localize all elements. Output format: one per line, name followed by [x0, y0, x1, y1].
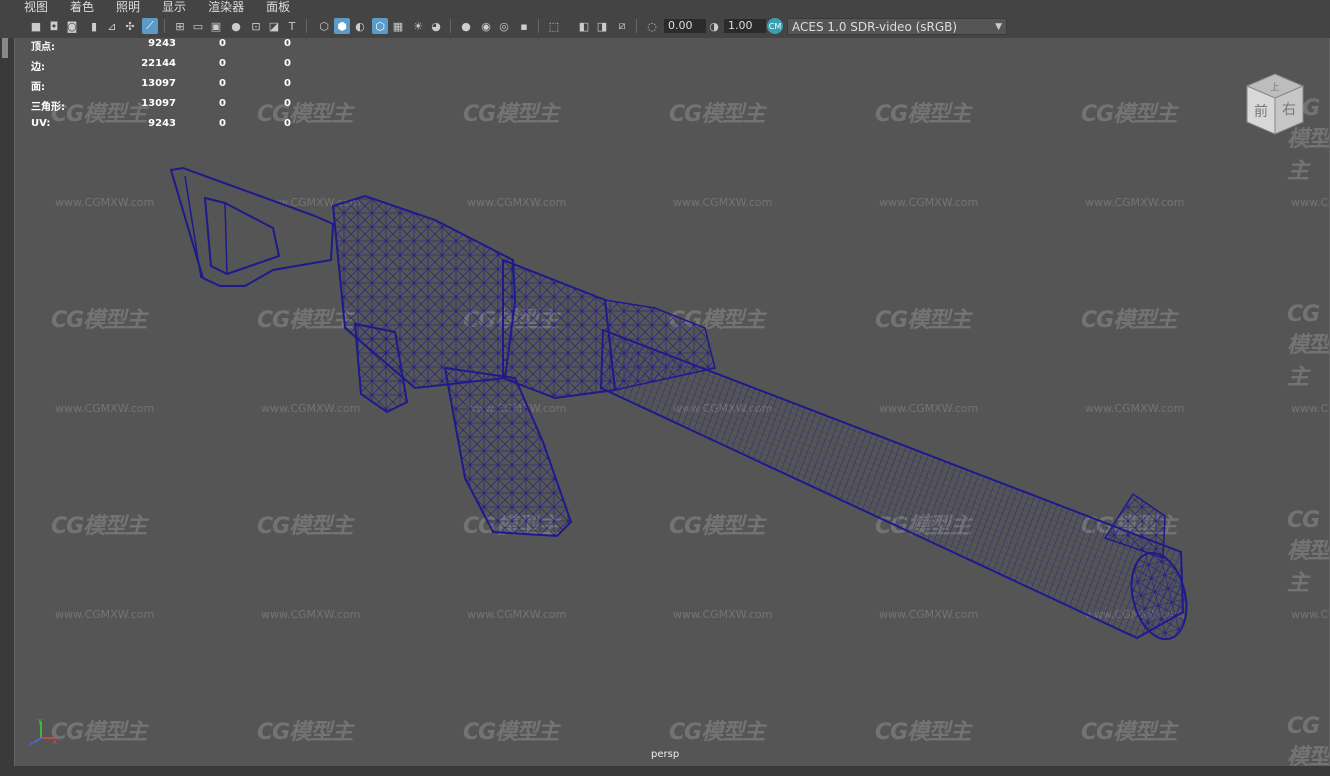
gamma-icon[interactable]: ◑	[706, 18, 722, 34]
hud-label: 顶点:	[31, 42, 55, 53]
use-all-lights-icon[interactable]: ☀	[410, 18, 426, 34]
menu-shading[interactable]: 着色	[70, 0, 94, 14]
hud-value: 0	[284, 38, 291, 49]
safe-action-icon[interactable]: ◪	[266, 18, 282, 34]
anti-aliasing-icon[interactable]: ◎	[496, 18, 512, 34]
left-toolbox-strip	[0, 38, 14, 776]
image-plane-icon[interactable]: ⊿	[104, 18, 120, 34]
hud-label: 面:	[31, 82, 45, 93]
view-cube[interactable]: 上 前 右	[1239, 68, 1309, 138]
exposure-icon[interactable]: ◌	[644, 18, 660, 34]
film-gate-icon[interactable]: ▭	[190, 18, 206, 34]
view-cube-front-label[interactable]: 前	[1254, 103, 1268, 120]
hud-value: 0	[219, 118, 226, 129]
hud-value: 9243	[148, 118, 176, 129]
bottom-strip	[0, 766, 1330, 776]
safe-title-icon[interactable]: T	[284, 18, 300, 34]
rifle-handguard	[502, 258, 617, 400]
hud-value: 0	[284, 78, 291, 89]
bookmark-icon[interactable]: ▮	[86, 18, 102, 34]
textured-icon[interactable]: ▦	[390, 18, 406, 34]
hud-value: 0	[219, 58, 226, 69]
hud-value: 0	[219, 78, 226, 89]
menu-view[interactable]: 视图	[24, 0, 48, 14]
wireframe-icon[interactable]: ⬡	[316, 18, 332, 34]
3d-viewport[interactable]: CG模型主 www.CGMXW.com CG模型主 www.CGMXW.com CG模型…	[14, 38, 1330, 776]
hud-label: 三角形:	[31, 102, 65, 113]
grease-pencil-icon[interactable]: ✣	[122, 18, 138, 34]
xray-components-icon[interactable]: ⧄	[614, 18, 630, 34]
hud-value: 0	[219, 98, 226, 109]
hud-value: 0	[284, 58, 291, 69]
camera-icon[interactable]: ■	[28, 18, 44, 34]
camera-attributes-icon[interactable]: ◙	[64, 18, 80, 34]
camera-label: persp	[651, 749, 680, 760]
lock-camera-icon[interactable]: ◘	[46, 18, 62, 34]
gate-mask-icon[interactable]: ●	[228, 18, 244, 34]
gamma-input[interactable]: 1.00	[724, 19, 766, 33]
smooth-shade-icon[interactable]: ⬢	[334, 18, 350, 34]
hud-value: 22144	[141, 58, 176, 69]
hud-row-edges: 边: 22144 0 0	[31, 58, 311, 73]
xray-joints-icon[interactable]: ◨	[594, 18, 610, 34]
rifle-stock	[169, 166, 335, 287]
isolate-select-icon[interactable]: ⬚	[546, 18, 562, 34]
panel-resize-handle[interactable]	[2, 38, 8, 58]
toolbar-separator	[306, 19, 307, 33]
wireframe-on-shaded-icon[interactable]: ⬡	[372, 18, 388, 34]
hud-row-uvs: UV: 9243 0 0	[31, 118, 311, 132]
resolution-gate-icon[interactable]: ▣	[208, 18, 224, 34]
hud-label: 边:	[31, 62, 45, 73]
wireframe-model	[169, 166, 1188, 641]
chevron-down-icon: ▼	[995, 22, 1002, 32]
hud-value: 13097	[141, 98, 176, 109]
axis-z-label: z	[29, 740, 33, 746]
hud-value: 13097	[141, 78, 176, 89]
menu-bar: 视图 着色 照明 显示 渲染器 面板	[0, 0, 1330, 14]
viewport-toolbar: ■ ◘ ◙ ▮ ⊿ ✣ ⟋ ⊞ ▭ ▣ ● ⊡ ◪ T ⬡ ⬢ ◐ ⬡ ▦ ☀ …	[0, 14, 1330, 39]
hud-value: 0	[284, 98, 291, 109]
xray-icon[interactable]: ◧	[576, 18, 592, 34]
color-space-select[interactable]: ACES 1.0 SDR-video (sRGB) ▼	[787, 18, 1007, 35]
view-cube-top-label[interactable]: 上	[1270, 82, 1279, 93]
axis-x-label: x	[53, 738, 57, 746]
color-management-icon[interactable]: CM	[767, 18, 783, 34]
menu-lighting[interactable]: 照明	[116, 0, 140, 14]
axis-y-label: y	[38, 717, 42, 725]
menu-panels[interactable]: 面板	[266, 0, 290, 14]
toolbar-separator	[538, 19, 539, 33]
depth-of-field-icon[interactable]: ▪	[516, 18, 532, 34]
hud-value: 0	[219, 38, 226, 49]
2d-pan-zoom-icon[interactable]: ⟋	[142, 18, 158, 34]
hud-value: 9243	[148, 38, 176, 49]
hud-row-faces: 面: 13097 0 0	[31, 78, 311, 93]
toolbar-separator	[636, 19, 637, 33]
menu-show[interactable]: 显示	[162, 0, 186, 14]
color-space-value: ACES 1.0 SDR-video (sRGB)	[792, 20, 958, 34]
hud-value: 0	[284, 118, 291, 129]
screen-space-ao-icon[interactable]: ●	[458, 18, 474, 34]
toolbar-separator	[450, 19, 451, 33]
shadows-icon[interactable]: ◕	[428, 18, 444, 34]
grid-icon[interactable]: ⊞	[172, 18, 188, 34]
menu-renderer[interactable]: 渲染器	[208, 0, 244, 14]
hud-label: UV:	[31, 118, 51, 129]
toolbar-separator	[164, 19, 165, 33]
rifle-suppressor	[599, 299, 1188, 641]
hud-row-vertices: 顶点: 9243 0 0	[31, 38, 311, 53]
view-cube-right-label[interactable]: 右	[1282, 102, 1296, 118]
motion-blur-icon[interactable]: ◉	[478, 18, 494, 34]
default-material-icon[interactable]: ◐	[352, 18, 368, 34]
field-chart-icon[interactable]: ⊡	[248, 18, 264, 34]
axis-gizmo: y x z	[29, 717, 57, 746]
hud-row-triangles: 三角形: 13097 0 0	[31, 98, 311, 113]
exposure-input[interactable]: 0.00	[664, 19, 706, 33]
